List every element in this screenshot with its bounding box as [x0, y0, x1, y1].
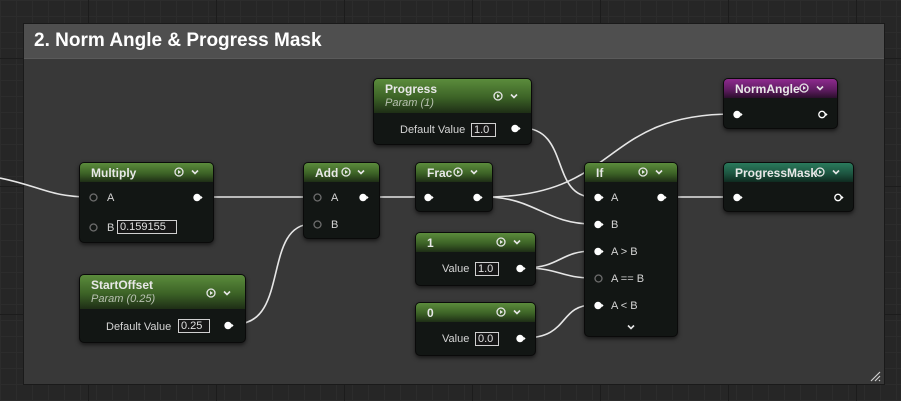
chevron-down-icon[interactable] — [469, 167, 479, 177]
node-multiply[interactable]: Multiply A B 0.159155 — [79, 162, 214, 243]
pin-label-b: B — [107, 222, 115, 234]
pin-label-a: A — [611, 192, 619, 204]
node-header[interactable]: NormAngle — [724, 79, 837, 98]
play-circle-icon[interactable] — [206, 288, 216, 298]
node-constant-one[interactable]: 1 Value 1.0 — [415, 232, 536, 286]
field-label: Default Value — [106, 321, 172, 333]
chevron-down-icon[interactable] — [512, 307, 522, 317]
pin-label-a: A — [331, 192, 339, 204]
node-title: Frac — [427, 166, 453, 180]
output-pin-icon[interactable] — [516, 334, 526, 343]
play-circle-icon[interactable] — [496, 237, 506, 247]
output-pin-icon[interactable] — [511, 124, 521, 133]
default-value-field[interactable]: 0.25 — [178, 319, 210, 333]
pin-label-a-greater-b: A > B — [611, 246, 638, 258]
node-header[interactable]: StartOffset Param (0.25) — [80, 275, 245, 309]
node-progress-mask[interactable]: ProgressMask — [723, 162, 854, 212]
node-title: 1 — [427, 236, 434, 250]
input-pin-icon[interactable] — [594, 301, 604, 310]
node-header[interactable]: If — [585, 163, 677, 182]
node-title: Multiply — [91, 166, 137, 180]
input-pin-icon[interactable] — [594, 220, 604, 229]
input-pin-icon[interactable] — [89, 193, 99, 202]
output-pin-icon[interactable] — [224, 321, 234, 330]
play-circle-icon[interactable] — [493, 91, 503, 101]
wire-startoffset-to-add-b — [235, 223, 313, 325]
node-norm-angle[interactable]: NormAngle — [723, 78, 838, 129]
play-circle-icon[interactable] — [815, 167, 825, 177]
node-start-offset-param[interactable]: StartOffset Param (0.25) Default Value 0… — [79, 274, 246, 343]
chevron-down-icon[interactable] — [815, 83, 825, 93]
output-pin-icon[interactable] — [473, 193, 483, 202]
output-pin-icon[interactable] — [818, 110, 828, 119]
node-title: If — [596, 166, 604, 180]
node-title: StartOffset — [91, 278, 154, 292]
node-header[interactable]: Multiply — [80, 163, 213, 182]
input-pin-icon[interactable] — [594, 247, 604, 256]
node-subtitle: Param (1) — [385, 97, 434, 109]
node-add[interactable]: Add A B — [303, 162, 380, 239]
expand-chevron-icon[interactable] — [626, 322, 636, 332]
input-pin-icon[interactable] — [313, 220, 323, 229]
node-header[interactable]: Frac — [416, 163, 492, 182]
input-pin-icon[interactable] — [424, 193, 434, 202]
chevron-down-icon[interactable] — [190, 167, 200, 177]
node-title: ProgressMask — [735, 166, 818, 180]
node-title: NormAngle — [735, 82, 800, 96]
input-pin-icon[interactable] — [733, 193, 743, 202]
pin-label-b: B — [611, 219, 619, 231]
play-circle-icon[interactable] — [453, 167, 463, 177]
play-circle-icon[interactable] — [799, 83, 809, 93]
node-if[interactable]: If A B A > B A == B A < B — [584, 162, 678, 337]
node-header[interactable]: Add — [304, 163, 379, 182]
play-circle-icon[interactable] — [496, 307, 506, 317]
output-pin-icon[interactable] — [516, 264, 526, 273]
node-subtitle: Param (0.25) — [91, 293, 156, 305]
output-pin-icon[interactable] — [193, 193, 203, 202]
node-title: Add — [315, 166, 339, 180]
input-pin-icon[interactable] — [594, 274, 604, 283]
value-field[interactable]: 1.0 — [475, 262, 499, 276]
play-circle-icon[interactable] — [174, 167, 184, 177]
wire-frac-to-if-b — [484, 196, 594, 225]
chevron-down-icon[interactable] — [509, 91, 519, 101]
pin-label-b: B — [331, 219, 339, 231]
node-title: 0 — [427, 306, 434, 320]
wire-progress-to-if-a — [521, 127, 594, 198]
chevron-down-icon[interactable] — [222, 288, 232, 298]
pin-label-a-less-b: A < B — [611, 300, 638, 312]
chevron-down-icon[interactable] — [512, 237, 522, 247]
node-progress-param[interactable]: Progress Param (1) Default Value 1.0 — [373, 78, 532, 145]
chevron-down-icon[interactable] — [356, 167, 366, 177]
node-header[interactable]: 0 — [416, 303, 535, 322]
node-header[interactable]: Progress Param (1) — [374, 79, 531, 113]
input-pin-icon[interactable] — [594, 193, 604, 202]
output-pin-icon[interactable] — [657, 193, 667, 202]
chevron-down-icon[interactable] — [831, 167, 841, 177]
b-value-field[interactable]: 0.159155 — [117, 220, 177, 234]
play-circle-icon[interactable] — [638, 167, 648, 177]
node-header[interactable]: ProgressMask — [724, 163, 853, 182]
node-frac[interactable]: Frac — [415, 162, 493, 212]
output-pin-icon[interactable] — [359, 193, 369, 202]
chevron-down-icon[interactable] — [654, 167, 664, 177]
field-label: Value — [442, 333, 470, 345]
input-pin-icon[interactable] — [89, 223, 99, 232]
input-pin-icon[interactable] — [313, 193, 323, 202]
play-circle-icon[interactable] — [341, 167, 351, 177]
default-value-field[interactable]: 1.0 — [471, 123, 496, 137]
node-header[interactable]: 1 — [416, 233, 535, 252]
input-pin-icon[interactable] — [733, 110, 743, 119]
output-pin-icon[interactable] — [834, 193, 844, 202]
field-label: Default Value — [400, 124, 466, 136]
pin-label-a-equals-b: A == B — [611, 273, 645, 285]
wire-input-to-multiply — [0, 177, 91, 198]
field-label: Value — [442, 263, 470, 275]
node-constant-zero[interactable]: 0 Value 0.0 — [415, 302, 536, 356]
node-title: Progress — [385, 82, 438, 96]
value-field[interactable]: 0.0 — [475, 332, 499, 346]
pin-label-a: A — [107, 192, 115, 204]
